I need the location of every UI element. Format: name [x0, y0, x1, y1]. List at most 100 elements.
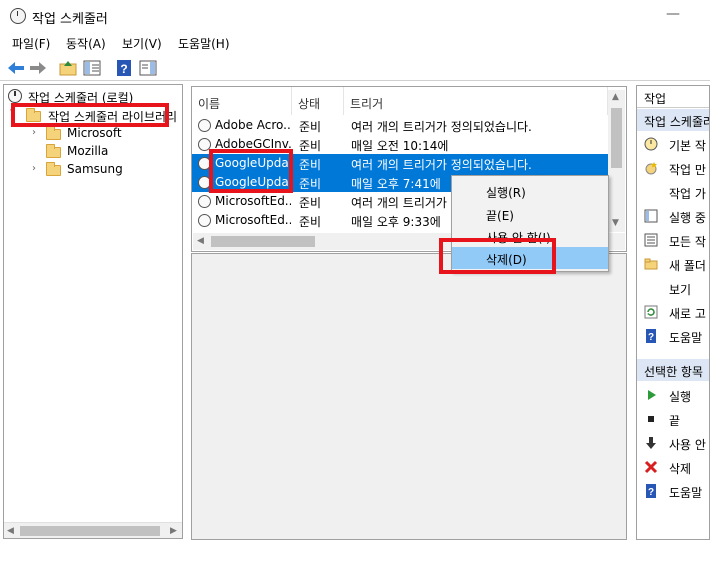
delete-x-icon [644, 460, 658, 474]
tree-child-label: Samsung [67, 162, 123, 176]
action-help[interactable]: ? 도움말 [637, 325, 709, 347]
help-icon: ? [646, 484, 656, 498]
folder-icon [46, 162, 61, 176]
scrollbar-thumb[interactable] [20, 526, 160, 536]
action-label: 실행 [669, 390, 692, 404]
task-row[interactable]: Adobe Acro... 준비 여러 개의 트리거가 정의되었습니다. [192, 116, 608, 135]
window-title: 작업 스케줄러 [32, 12, 108, 27]
scroll-down-icon[interactable]: ▼ [612, 218, 619, 228]
action-label: 작업 가 [669, 187, 706, 201]
task-name: MicrosoftEd... [215, 194, 291, 208]
menu-help[interactable]: 도움말(H) [178, 35, 230, 52]
svg-text:?: ? [648, 332, 654, 343]
task-trigger: 매일 오전 10:14에 [351, 139, 449, 153]
action-label: 도움말 [669, 331, 703, 345]
action-run[interactable]: 실행 [637, 384, 709, 406]
task-clock-icon [198, 119, 211, 132]
menu-file[interactable]: 파일(F) [12, 35, 50, 52]
task-trigger: 여러 개의 트리거가 정의되었습니다. [351, 158, 532, 172]
scroll-left-icon[interactable]: ◀ [197, 236, 204, 246]
chevron-right-icon[interactable]: › [32, 127, 36, 138]
actions-section-selected[interactable]: 선택한 항목 [637, 359, 709, 381]
folder-icon [644, 258, 658, 270]
task-clock-icon [198, 195, 211, 208]
minimize-button[interactable]: — [666, 6, 680, 22]
task-status: 준비 [299, 139, 322, 153]
scroll-left-icon[interactable]: ◀ [7, 526, 14, 536]
scrollbar-thumb[interactable] [211, 236, 315, 247]
task-name: MicrosoftEd... [215, 213, 291, 227]
action-label: 작업 만 [669, 163, 706, 177]
task-status: 준비 [299, 215, 322, 229]
task-clock-icon [198, 214, 211, 227]
action-label: 기본 작 [669, 139, 706, 153]
console-tree: 작업 스케줄러 (로컬) ˅ 작업 스케줄러 라이브러리 › Microsoft… [3, 84, 183, 539]
menu-bar: 파일(F) 동작(A) 보기(V) 도움말(H) [0, 32, 710, 54]
menu-view[interactable]: 보기(V) [122, 35, 162, 52]
column-header-status[interactable]: 상태 [292, 87, 344, 115]
task-status: 준비 [299, 158, 322, 172]
column-header-name[interactable]: 이름 [192, 87, 292, 115]
tree-item-samsung[interactable]: › Samsung [4, 160, 182, 178]
action-label: 새 폴더 [669, 259, 706, 273]
scroll-right-icon[interactable]: ▶ [170, 526, 177, 536]
action-view[interactable]: 보기 [637, 277, 709, 299]
history-list-icon [644, 233, 658, 247]
list-icon [644, 209, 658, 223]
context-menu-end[interactable]: 끝(E) [452, 203, 608, 225]
action-create-task[interactable]: 작업 만 [637, 157, 709, 179]
scrollbar-thumb[interactable] [611, 108, 622, 168]
red-highlight-box-delete [439, 238, 556, 274]
action-enable-all-history[interactable]: 모든 작 [637, 229, 709, 251]
action-disable[interactable]: 사용 안 [637, 432, 709, 454]
action-end[interactable]: 끝 [637, 408, 709, 430]
refresh-icon [644, 305, 658, 319]
task-status: 준비 [299, 196, 322, 210]
down-arrow-icon [646, 437, 656, 449]
folder-icon [46, 144, 61, 158]
menu-action[interactable]: 동작(A) [66, 35, 106, 52]
toolbar: ? [0, 55, 710, 81]
stop-icon [648, 416, 654, 422]
action-create-basic-task[interactable]: 기본 작 [637, 133, 709, 155]
show-hide-console-tree-icon[interactable] [82, 58, 102, 78]
scroll-up-icon[interactable]: ▲ [612, 92, 619, 102]
tree-horizontal-scrollbar[interactable]: ◀ ▶ [4, 522, 182, 538]
actions-header: 작업 [637, 86, 709, 108]
chevron-right-icon[interactable]: › [32, 163, 36, 174]
help-icon[interactable]: ? [114, 58, 134, 78]
actions-pane: 작업 작업 스케줄러 라이브러리 기본 작 작업 만 작업 가 실행 중 모든 … [636, 85, 710, 540]
svg-text:?: ? [120, 62, 127, 76]
context-menu-label: 실행(R) [486, 186, 526, 200]
help-icon: ? [646, 329, 656, 343]
context-menu-run[interactable]: 실행(R) [452, 180, 608, 202]
action-label: 삭제 [669, 462, 692, 476]
action-delete[interactable]: 삭제 [637, 456, 709, 478]
action-running-tasks[interactable]: 실행 중 [637, 205, 709, 227]
up-folder-icon[interactable] [58, 58, 78, 78]
svg-text:?: ? [648, 487, 654, 498]
action-label: 사용 안 [669, 438, 706, 452]
title-bar: 작업 스케줄러 — [0, 0, 710, 32]
play-icon [648, 390, 656, 400]
tree-item-mozilla[interactable]: Mozilla [4, 142, 182, 160]
show-hide-action-pane-icon[interactable] [138, 58, 158, 78]
action-label: 도움말 [669, 486, 703, 500]
clock-icon [8, 89, 22, 103]
back-arrow-icon[interactable] [6, 58, 26, 78]
action-label: 모든 작 [669, 235, 706, 249]
action-help-selected[interactable]: ? 도움말 [637, 480, 709, 502]
task-list-vertical-scrollbar[interactable]: ▲ ▼ [608, 90, 625, 232]
tree-child-label: Mozilla [67, 144, 109, 158]
column-header-trigger[interactable]: 트리거 [344, 87, 608, 115]
tree-child-label: Microsoft [67, 126, 122, 140]
action-label: 실행 중 [669, 211, 706, 225]
forward-arrow-icon[interactable] [28, 58, 48, 78]
action-refresh[interactable]: 새로 고 [637, 301, 709, 323]
actions-section-library[interactable]: 작업 스케줄러 라이브러리 [637, 109, 709, 131]
task-details-pane [191, 253, 627, 540]
red-highlight-box-library [11, 103, 169, 127]
action-new-folder[interactable]: 새 폴더 [637, 253, 709, 275]
task-status: 준비 [299, 177, 322, 191]
action-import-task[interactable]: 작업 가 [637, 181, 709, 203]
